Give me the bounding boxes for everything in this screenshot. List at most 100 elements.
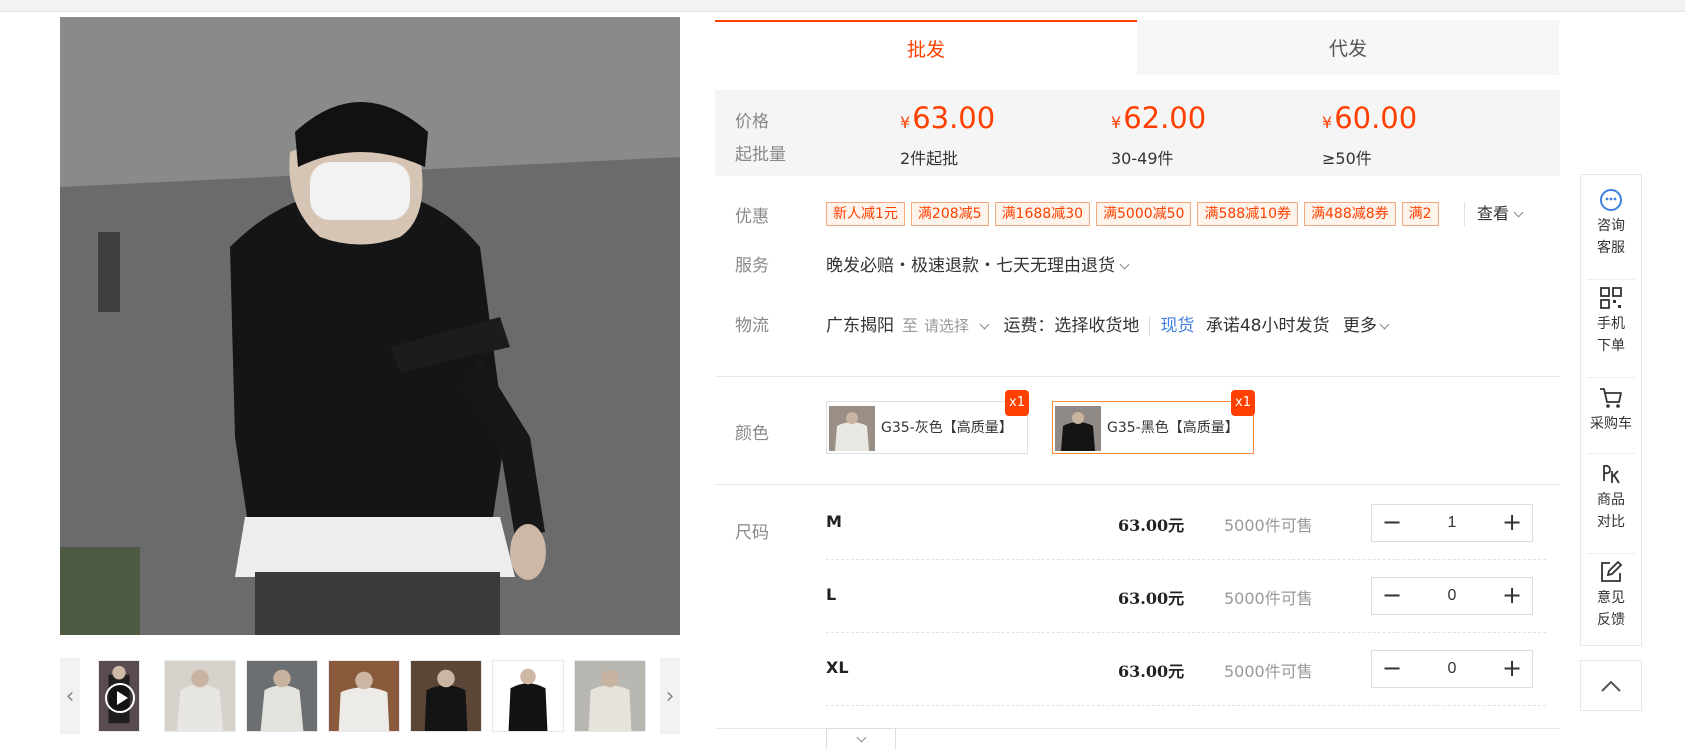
sidebar-item-feedback[interactable]: 意见 反馈	[1581, 559, 1641, 631]
tier-price: 62.00	[1123, 101, 1207, 135]
chevron-up-icon	[1601, 680, 1621, 692]
price-label: 价格	[735, 112, 769, 132]
logistics-more-button[interactable]: 更多	[1343, 316, 1390, 336]
size-label: 尺码	[735, 523, 769, 543]
size-row-xl: XL 63.00元 5000件可售 − +	[826, 634, 1546, 706]
sidebar-label: 咨询	[1597, 218, 1625, 234]
back-to-top-button[interactable]	[1580, 660, 1642, 711]
quantity-stepper: − +	[1371, 504, 1533, 542]
quantity-input[interactable]	[1412, 578, 1492, 614]
sidebar-item-compare[interactable]: 商品 对比	[1581, 461, 1641, 533]
coupon-tag[interactable]: 新人减1元	[826, 202, 905, 226]
size-name: M	[826, 512, 842, 531]
thumbnail-gray-sitting[interactable]	[328, 660, 400, 732]
decrease-button[interactable]: −	[1372, 651, 1412, 687]
service-text: 晚发必赔・极速退款・七天无理由退货	[826, 256, 1115, 276]
video-thumbnail[interactable]	[98, 660, 140, 732]
qr-code-icon	[1600, 287, 1622, 309]
coupon-tag[interactable]: 满1688减30	[994, 202, 1091, 226]
sidebar-divider	[1587, 453, 1635, 454]
coupon-tag[interactable]: 满5000减50	[1096, 202, 1192, 226]
tab-wholesale[interactable]: 批发	[715, 20, 1137, 75]
color-option-gray[interactable]: G35-灰色【高质量】 x1	[826, 390, 1029, 454]
color-swatch-image	[829, 406, 875, 451]
section-divider	[715, 376, 1560, 377]
feedback-icon	[1601, 560, 1623, 582]
main-product-image[interactable]	[60, 17, 680, 635]
size-name: L	[826, 585, 837, 604]
increase-button[interactable]: +	[1492, 578, 1532, 614]
thumbnail-strip: ‹ ›	[60, 658, 680, 734]
promo-label: 优惠	[735, 207, 769, 227]
cart-icon	[1600, 388, 1622, 408]
price-tier-1: ¥63.00 2件起批	[900, 100, 995, 169]
thumbnail-gray-mirror[interactable]	[574, 660, 646, 732]
size-stock: 5000件可售	[1224, 589, 1313, 608]
size-name: XL	[826, 658, 849, 677]
thumbnail-next-arrow[interactable]: ›	[660, 658, 680, 734]
size-price: 63.00元	[1118, 589, 1185, 608]
sidebar-item-mobile-order[interactable]: 手机 下单	[1581, 285, 1641, 357]
sidebar-divider	[1587, 377, 1635, 378]
decrease-button[interactable]: −	[1372, 578, 1412, 614]
chevron-down-icon	[1513, 207, 1524, 218]
service-guarantees[interactable]: 晚发必赔・极速退款・七天无理由退货	[826, 251, 1130, 276]
thumbnail-gray-street[interactable]	[246, 660, 318, 732]
tab-dropship[interactable]: 代发	[1137, 20, 1559, 75]
sidebar-label: 意见	[1597, 590, 1625, 606]
tier-price: 63.00	[912, 101, 996, 135]
coupon-tag[interactable]: 满488减8券	[1304, 202, 1396, 226]
floating-sidebar: 咨询 客服 手机 下单 采购车 商品 对比 意见 反馈	[1580, 174, 1642, 646]
destination-select-label: 请选择	[924, 317, 970, 335]
view-more-label: 查看	[1477, 204, 1510, 223]
increase-button[interactable]: +	[1492, 505, 1532, 541]
currency-symbol: ¥	[900, 113, 911, 132]
browser-top-strip	[0, 0, 1685, 12]
sidebar-label: 手机	[1597, 316, 1625, 332]
origin-city: 广东揭阳	[826, 316, 894, 336]
coupon-tag[interactable]: 满208减5	[910, 202, 989, 226]
section-divider	[715, 484, 1560, 485]
quantity-stepper: − +	[1371, 577, 1533, 615]
currency-symbol: ¥	[1322, 113, 1333, 132]
thumbnail-black-white-bg[interactable]	[492, 660, 564, 732]
color-option-black[interactable]: G35-黑色【高质量】 x1	[1052, 390, 1255, 454]
size-row-m: M 63.00元 5000件可售 − +	[826, 488, 1546, 560]
color-option-name: G35-黑色【高质量】	[1107, 420, 1239, 436]
expand-sizes-button[interactable]	[826, 728, 896, 749]
sidebar-item-customer-service[interactable]: 咨询 客服	[1581, 187, 1641, 259]
size-price: 63.00元	[1118, 516, 1185, 535]
quantity-input[interactable]	[1412, 505, 1492, 541]
coupon-list: 新人减1元 满208减5 满1688减30 满5000减50 满588减10券 满488减…	[826, 202, 1456, 228]
service-label: 服务	[735, 256, 769, 276]
thumbnail-gray-front[interactable]	[164, 660, 236, 732]
decrease-button[interactable]: −	[1372, 505, 1412, 541]
increase-button[interactable]: +	[1492, 651, 1532, 687]
play-icon	[105, 683, 135, 713]
sidebar-divider	[1587, 279, 1635, 280]
destination-select[interactable]: 请选择	[924, 317, 990, 335]
tier-min-qty: 30-49件	[1111, 149, 1174, 168]
quantity-badge: x1	[1005, 390, 1029, 416]
quantity-badge: x1	[1231, 390, 1255, 416]
chevron-down-icon	[1119, 259, 1130, 270]
to-label: 至	[902, 316, 919, 335]
price-tier-3: ¥60.00 ≥50件	[1322, 100, 1417, 169]
sidebar-label: 反馈	[1597, 612, 1625, 628]
thumbnail-black-store[interactable]	[410, 660, 482, 732]
chevron-down-icon	[979, 319, 990, 330]
sidebar-divider	[1587, 553, 1635, 554]
compare-icon	[1603, 464, 1620, 484]
thumbnail-prev-arrow[interactable]: ‹	[60, 658, 80, 734]
size-stock: 5000件可售	[1224, 516, 1313, 535]
view-more-coupons-button[interactable]: 查看	[1464, 202, 1524, 226]
shipping-promise: 承诺48小时发货	[1205, 316, 1330, 336]
logistics-label: 物流	[735, 316, 769, 336]
coupon-tag[interactable]: 满588减10券	[1197, 202, 1299, 226]
sidebar-item-cart[interactable]: 采购车	[1581, 385, 1641, 435]
tier-min-qty: ≥50件	[1322, 149, 1372, 168]
quantity-input[interactable]	[1412, 651, 1492, 687]
coupon-tag[interactable]: 满2	[1401, 202, 1439, 226]
chevron-down-icon	[1379, 319, 1390, 330]
color-option-name: G35-灰色【高质量】	[881, 420, 1013, 436]
